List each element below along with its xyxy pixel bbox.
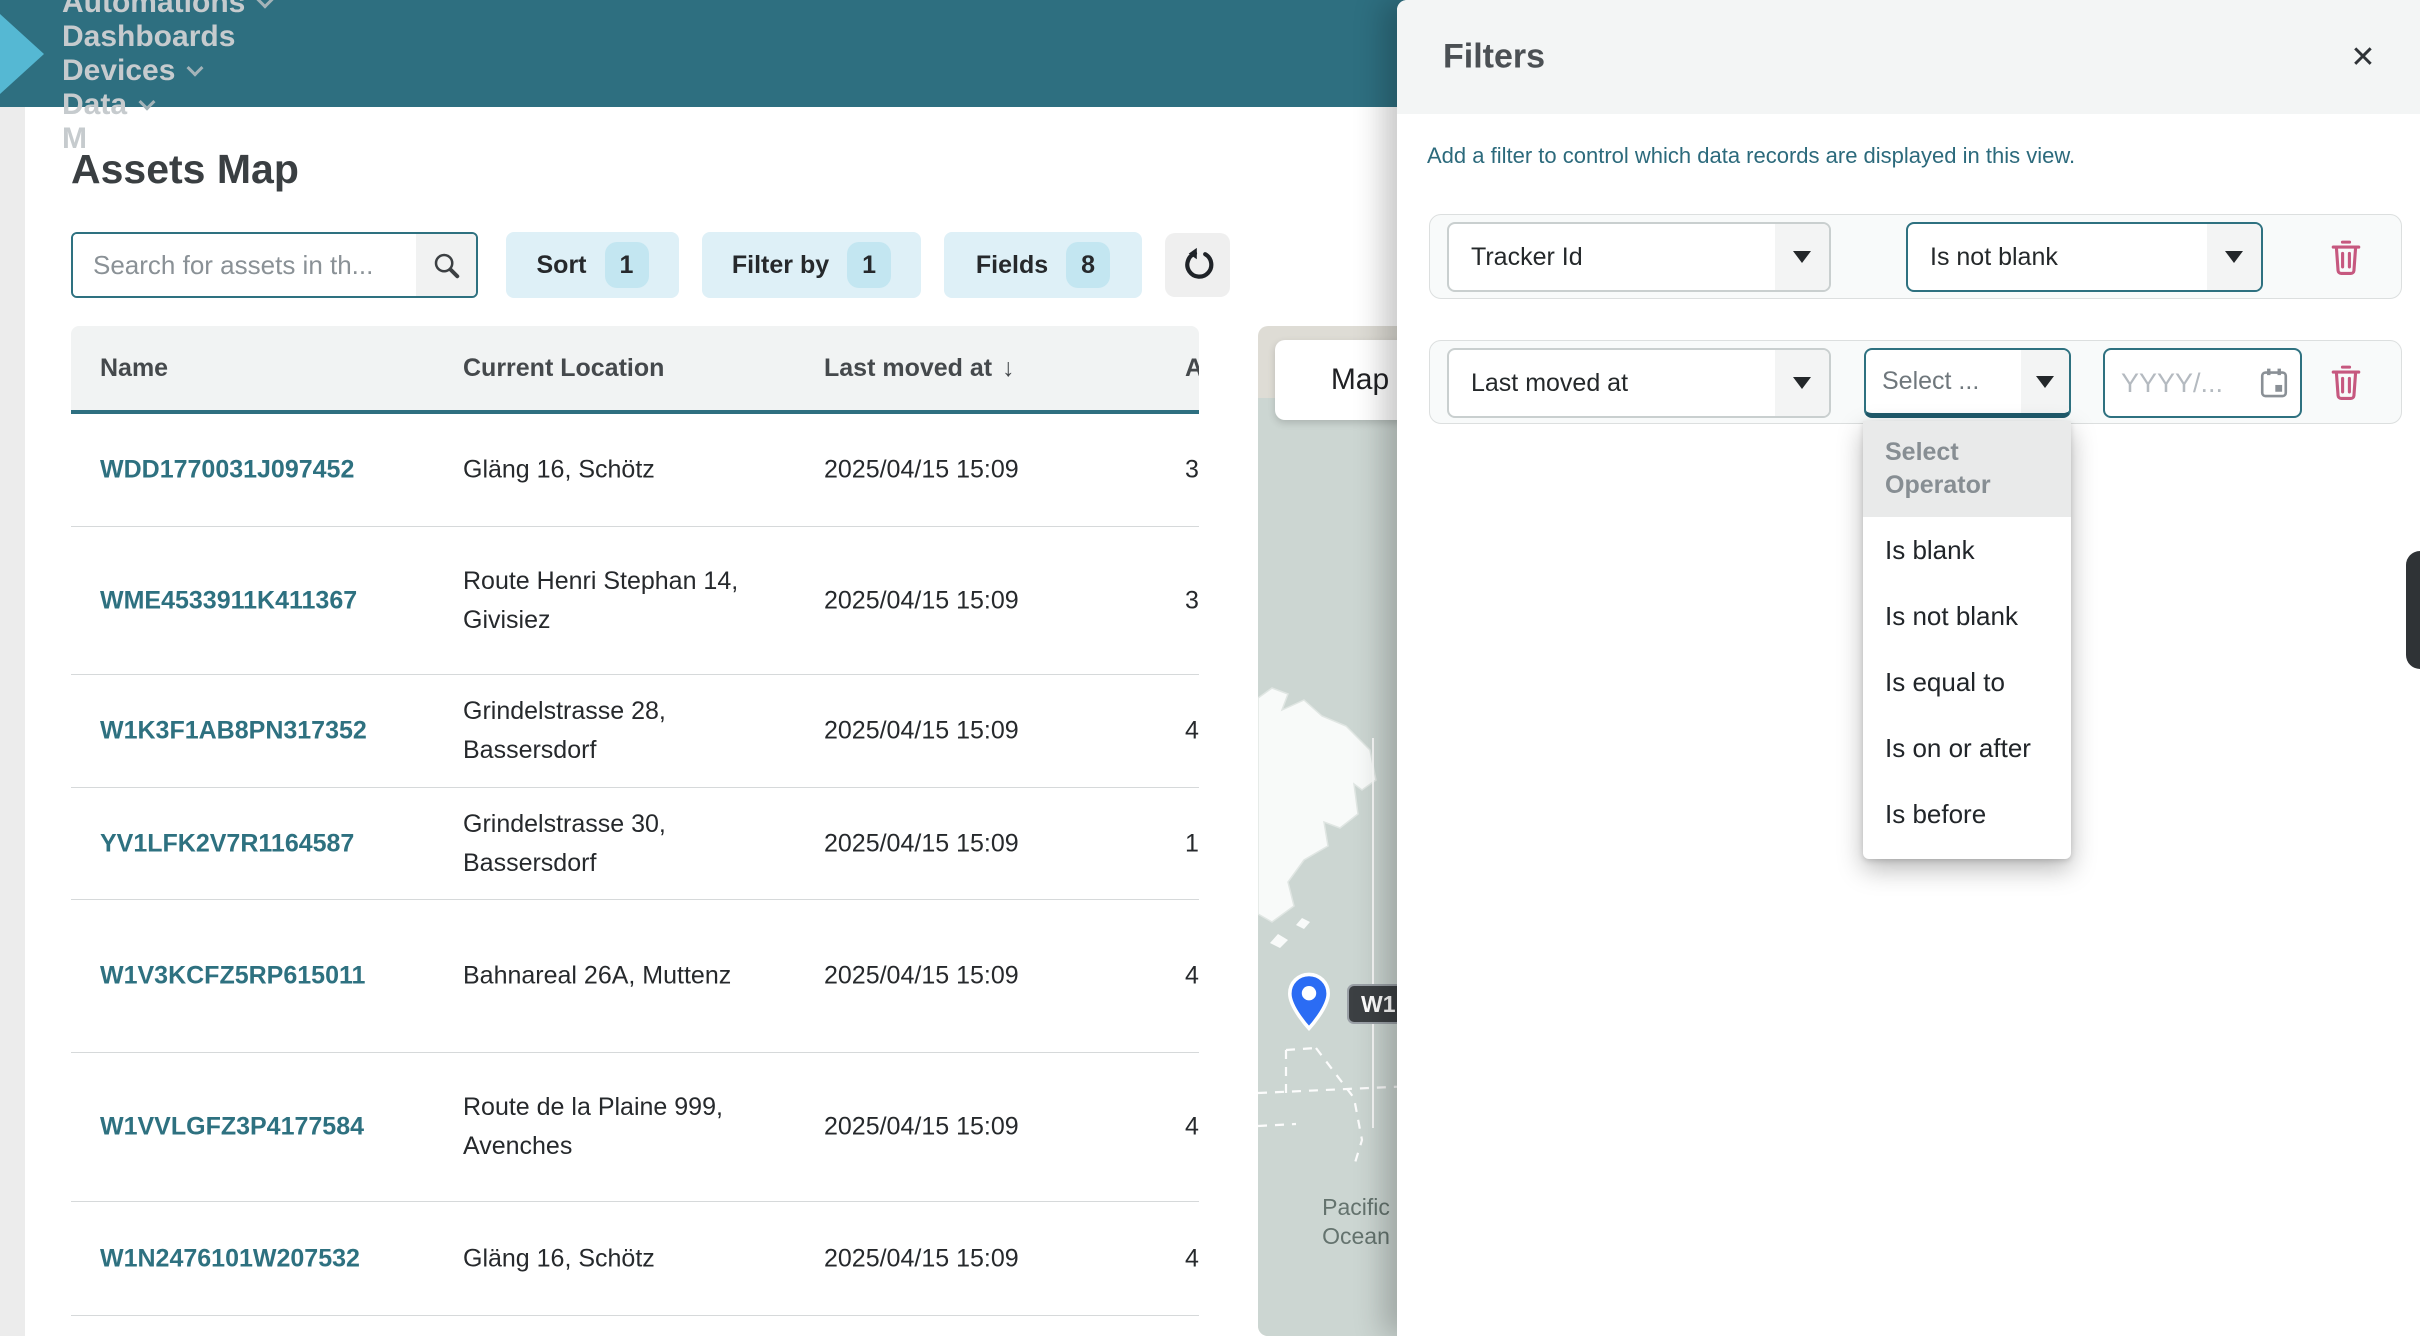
- asset-location: Grindelstrasse 30, Bassersdorf: [463, 805, 793, 883]
- asset-location: Grindelstrasse 28, Bassersdorf: [463, 692, 793, 770]
- filters-panel: Filters ✕ Add a filter to control which …: [1397, 0, 2420, 1336]
- asset-last-moved: 2025/04/15 15:09: [824, 1108, 1019, 1147]
- asset-extra-clipped: 4: [1185, 1108, 1199, 1147]
- table-row[interactable]: W1K3F1AB8PN317352 Grindelstrasse 28, Bas…: [71, 675, 1199, 788]
- asset-location: Route de la Plaine 999, Avenches: [463, 1088, 793, 1166]
- search-icon: [431, 250, 461, 280]
- sort-count-badge: 1: [605, 242, 649, 288]
- asset-name-link[interactable]: W1V3KCFZ5RP615011: [100, 957, 450, 996]
- nav-item[interactable]: Dashboards: [62, 20, 271, 54]
- asset-extra-clipped: 4: [1185, 712, 1199, 751]
- asset-name-link[interactable]: WDD1770031J097452: [100, 451, 450, 490]
- asset-last-moved: 2025/04/15 15:09: [824, 581, 1019, 620]
- table-row[interactable]: W1N2476101W207532 Gläng 16, Schötz 2025/…: [71, 1202, 1199, 1316]
- filter2-delete-button[interactable]: [2322, 358, 2370, 406]
- table-row[interactable]: WDD1770031J097452 Gläng 16, Schötz 2025/…: [71, 414, 1199, 527]
- chevron-down-icon: [139, 93, 156, 110]
- asset-name-link[interactable]: YV1LFK2V7R1164587: [100, 824, 450, 863]
- filters-title: Filters: [1443, 38, 1545, 77]
- dropdown-option[interactable]: Is on or after: [1863, 715, 2071, 781]
- table-row[interactable]: W1VVLGFZ3P4177584 Route de la Plaine 999…: [71, 1053, 1199, 1202]
- column-header-clipped[interactable]: A: [1185, 326, 1199, 410]
- assets-table: Name Current Location Last moved at ↓ A …: [71, 326, 1199, 1336]
- nav-arrow-decor-icon: [0, 14, 44, 94]
- nav-item[interactable]: M: [62, 122, 271, 156]
- map-ocean-label: Pacific Ocean: [1300, 1193, 1412, 1251]
- calendar-button[interactable]: [2258, 366, 2290, 400]
- scrollbar-thumb[interactable]: [2406, 551, 2420, 669]
- filters-helper-text: Add a filter to control which data recor…: [1427, 143, 2075, 169]
- asset-extra-clipped: 4: [1185, 957, 1199, 996]
- asset-last-moved: 2025/04/15 15:09: [824, 957, 1019, 996]
- table-row[interactable]: YV1LFK2V7R1164587 Grindelstrasse 30, Bas…: [71, 788, 1199, 900]
- asset-name-link[interactable]: WME4533911K411367: [100, 581, 450, 620]
- operator-dropdown-menu: Select Operator Is blank Is not blank Is…: [1863, 421, 2071, 859]
- trash-icon: [2329, 363, 2363, 401]
- dropdown-header: Select Operator: [1863, 421, 2071, 517]
- calendar-icon: [2258, 366, 2290, 400]
- left-gutter: [0, 107, 25, 1336]
- search-button[interactable]: [416, 234, 476, 296]
- dropdown-option[interactable]: Is before: [1863, 781, 2071, 847]
- asset-location: Gläng 16, Schötz: [463, 451, 793, 490]
- filter1-operator-select[interactable]: Is not blank: [1906, 222, 2263, 292]
- column-header-name[interactable]: Name: [100, 326, 168, 410]
- filter2-date-input[interactable]: [2105, 368, 2235, 399]
- asset-location: Gläng 16, Schötz: [463, 1239, 793, 1278]
- sort-button[interactable]: Sort 1: [506, 232, 679, 298]
- filter2-date-field: [2103, 348, 2302, 418]
- refresh-icon: [1180, 247, 1216, 283]
- asset-name-link[interactable]: W1N2476101W207532: [100, 1239, 450, 1278]
- asset-extra-clipped: 3: [1185, 581, 1199, 620]
- nav-item[interactable]: Automations: [62, 0, 271, 20]
- asset-last-moved: 2025/04/15 15:09: [824, 1239, 1019, 1278]
- filter2-operator-select[interactable]: Select ...: [1864, 348, 2071, 418]
- filter-count-badge: 1: [847, 242, 891, 288]
- column-header-location[interactable]: Current Location: [463, 326, 664, 410]
- filter-row-1: Tracker Id Is not blank: [1429, 214, 2402, 299]
- nav-item[interactable]: Devices: [62, 54, 271, 88]
- fields-button[interactable]: Fields 8: [944, 232, 1142, 298]
- table-row[interactable]: W1V3KCFZ5RP615011 Bahnareal 26A, Muttenz…: [71, 900, 1199, 1053]
- asset-last-moved: 2025/04/15 15:09: [824, 712, 1019, 751]
- close-icon: ✕: [2350, 40, 2375, 75]
- select-arrow-icon: [2225, 251, 2243, 263]
- asset-location: Route Henri Stephan 14, Givisiez: [463, 562, 793, 640]
- filter1-field-select[interactable]: Tracker Id: [1447, 222, 1831, 292]
- search-input[interactable]: [73, 234, 416, 296]
- sort-desc-icon: ↓: [1002, 354, 1015, 383]
- select-arrow-icon: [1793, 377, 1811, 389]
- close-button[interactable]: ✕: [2339, 33, 2387, 81]
- chevron-down-icon: [257, 0, 274, 8]
- table-row[interactable]: WME4533911K411367 Route Henri Stephan 14…: [71, 527, 1199, 675]
- asset-last-moved: 2025/04/15 15:09: [824, 451, 1019, 490]
- select-arrow-icon: [2036, 376, 2054, 388]
- asset-extra-clipped: 4: [1185, 1239, 1199, 1278]
- filters-header: Filters ✕: [1397, 0, 2420, 114]
- search-box: [71, 232, 478, 298]
- trash-icon: [2329, 238, 2363, 276]
- table-header-row: Name Current Location Last moved at ↓ A: [71, 326, 1199, 410]
- select-arrow-icon: [1793, 251, 1811, 263]
- filter2-field-select[interactable]: Last moved at: [1447, 348, 1831, 418]
- dropdown-option[interactable]: Is not blank: [1863, 583, 2071, 649]
- dropdown-option[interactable]: Is blank: [1863, 517, 2071, 583]
- filter-row-2: Last moved at Select ...: [1429, 340, 2402, 424]
- filter-by-button[interactable]: Filter by 1: [702, 232, 921, 298]
- asset-last-moved: 2025/04/15 15:09: [824, 824, 1019, 863]
- asset-name-link[interactable]: W1VVLGFZ3P4177584: [100, 1108, 450, 1147]
- map-pin-icon: [1285, 972, 1333, 1032]
- chevron-down-icon: [187, 59, 204, 76]
- asset-extra-clipped: 1.: [1185, 824, 1199, 863]
- asset-extra-clipped: 3: [1185, 451, 1199, 490]
- column-header-last-moved[interactable]: Last moved at ↓: [824, 326, 1015, 410]
- asset-name-link[interactable]: W1K3F1AB8PN317352: [100, 712, 450, 751]
- filter1-delete-button[interactable]: [2322, 233, 2370, 281]
- dropdown-option[interactable]: Is equal to: [1863, 649, 2071, 715]
- map-pin[interactable]: [1285, 972, 1333, 1037]
- fields-count-badge: 8: [1066, 242, 1110, 288]
- nav-item[interactable]: Data: [62, 88, 271, 122]
- refresh-button[interactable]: [1165, 233, 1230, 297]
- asset-location: Bahnareal 26A, Muttenz: [463, 957, 793, 996]
